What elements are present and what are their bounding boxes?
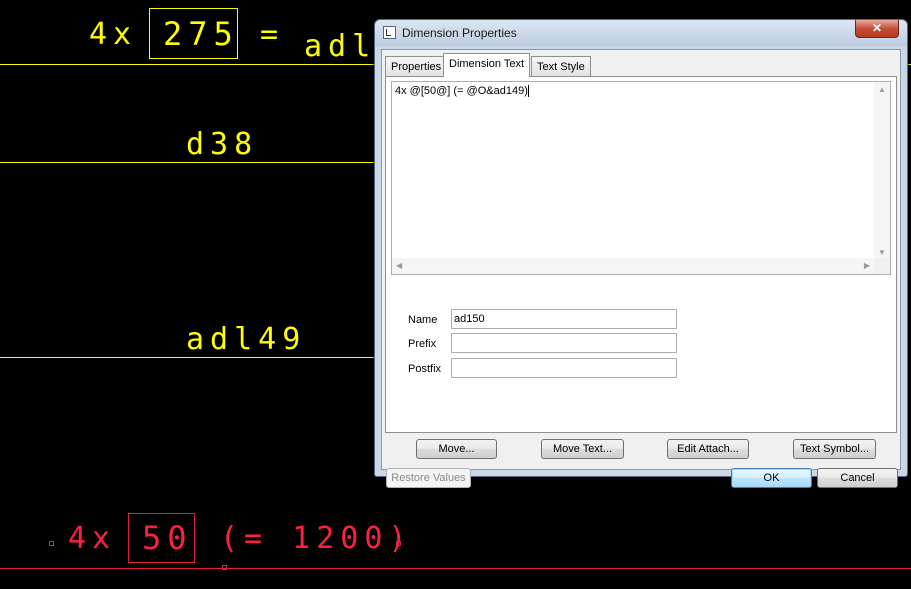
- tab-text-style[interactable]: Text Style: [531, 56, 591, 76]
- close-button[interactable]: ✕: [855, 20, 899, 38]
- name-field[interactable]: ad150: [451, 309, 677, 329]
- restore-values-button[interactable]: Restore Values: [386, 468, 471, 488]
- tab-properties[interactable]: Properties: [385, 56, 448, 76]
- move-button[interactable]: Move...: [416, 439, 497, 459]
- dimension-line-4: [0, 568, 911, 569]
- dialog-titlebar[interactable]: Dimension Properties ✕: [375, 20, 907, 46]
- dimension-3-text: adl49: [186, 322, 307, 357]
- tab-dimension-text[interactable]: Dimension Text: [443, 53, 530, 77]
- dimension-1-value: 275: [163, 15, 239, 53]
- grip-marker-right[interactable]: [396, 541, 401, 546]
- ok-button[interactable]: OK: [731, 468, 812, 488]
- edit-attach-button[interactable]: Edit Attach...: [667, 439, 749, 459]
- grip-marker-left[interactable]: [49, 541, 54, 546]
- horizontal-scrollbar[interactable]: ◀ ▶: [392, 258, 874, 274]
- dimension-line-3: [0, 357, 374, 358]
- dimension-line-2: [0, 162, 374, 163]
- text-symbol-button[interactable]: Text Symbol...: [793, 439, 876, 459]
- vertical-scrollbar[interactable]: ▲ ▼: [874, 82, 890, 260]
- dimension-1-prefix: 4x: [89, 17, 138, 52]
- scroll-left-arrow-icon[interactable]: ◀: [396, 261, 402, 270]
- scroll-down-arrow-icon[interactable]: ▼: [878, 248, 886, 257]
- scroll-right-arrow-icon[interactable]: ▶: [864, 261, 870, 270]
- close-icon: ✕: [871, 21, 883, 35]
- dimension-2-text: d38: [186, 127, 259, 162]
- name-label: Name: [408, 314, 438, 326]
- postfix-field[interactable]: [451, 358, 677, 378]
- dialog-title: Dimension Properties: [402, 26, 517, 40]
- postfix-label: Postfix: [408, 363, 442, 375]
- dimension-4-value: 50: [142, 519, 193, 557]
- tab-panel-dimension-text: 4x @[50@] (= @O&ad149) ▲ ▼ ◀ ▶ Name ad15…: [385, 76, 897, 433]
- dialog-client-area: Properties Dimension Text Text Style 4x …: [381, 49, 901, 488]
- dimension-text-content: 4x @[50@] (= @O&ad149): [395, 85, 529, 98]
- dialog-app-icon: [383, 26, 396, 39]
- prefix-label: Prefix: [408, 338, 437, 350]
- dimension-text-editor[interactable]: 4x @[50@] (= @O&ad149) ▲ ▼ ◀ ▶: [391, 81, 891, 275]
- scrollbar-corner: [874, 258, 890, 274]
- move-text-button[interactable]: Move Text...: [541, 439, 624, 459]
- scroll-up-arrow-icon[interactable]: ▲: [878, 85, 886, 94]
- prefix-field[interactable]: [451, 333, 677, 353]
- cancel-button[interactable]: Cancel: [817, 468, 898, 488]
- grip-marker-bottom[interactable]: [222, 565, 227, 570]
- dimension-1-equals: =: [260, 17, 285, 52]
- dimension-properties-dialog: Dimension Properties ✕ Properties Dimens…: [374, 19, 908, 488]
- dimension-4-prefix: 4x: [68, 521, 117, 556]
- dimension-4-suffix: (= 1200): [220, 521, 413, 556]
